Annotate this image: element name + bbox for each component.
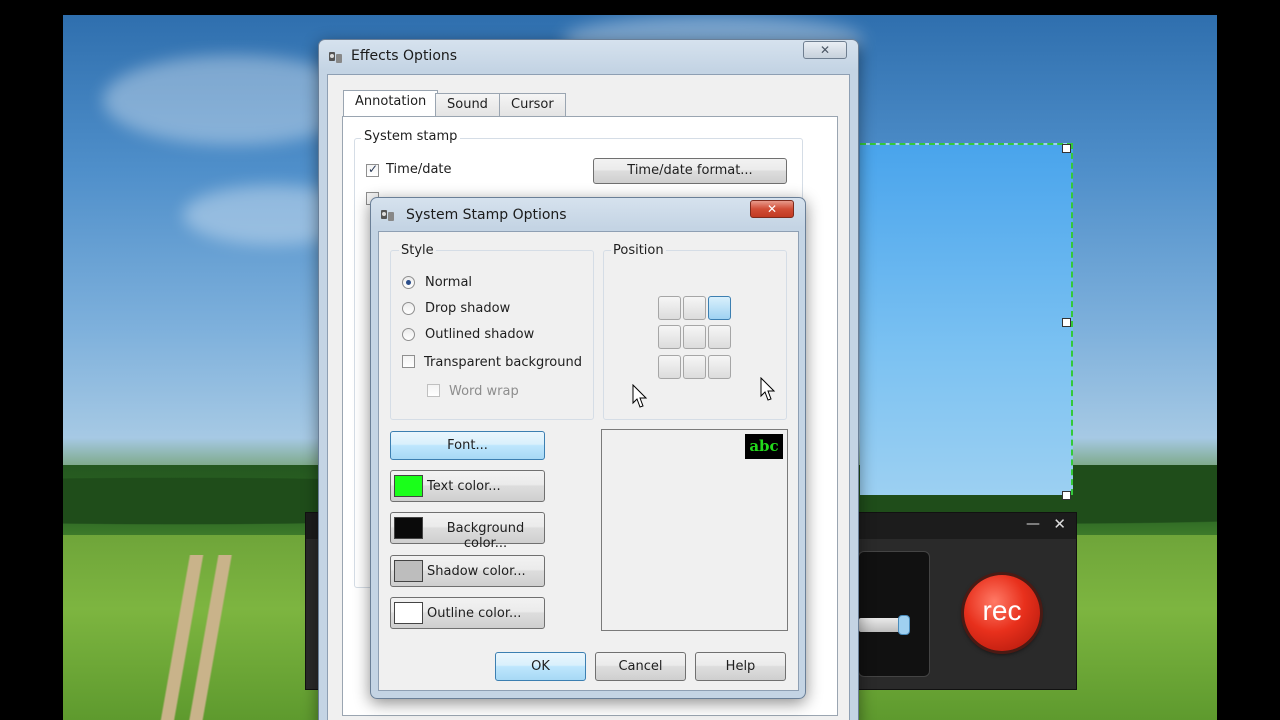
word-wrap-label: Word wrap	[449, 384, 519, 399]
close-icon[interactable]: ✕	[1053, 515, 1066, 533]
app-icon	[381, 210, 394, 221]
radio-drop-shadow-label: Drop shadow	[425, 301, 511, 316]
dirt-path	[113, 555, 273, 720]
volume-slider[interactable]	[859, 618, 903, 632]
position-bottom-right[interactable]	[708, 355, 731, 379]
capture-region[interactable]	[860, 143, 1073, 495]
position-middle-center[interactable]	[683, 325, 706, 349]
position-middle-right[interactable]	[708, 325, 731, 349]
background-color-swatch	[394, 517, 423, 539]
app-icon	[329, 52, 342, 63]
mouse-cursor-icon	[632, 384, 648, 408]
outline-color-label: Outline color...	[427, 606, 522, 621]
record-button[interactable]: rec	[964, 575, 1040, 651]
radio-drop-shadow[interactable]	[402, 302, 415, 315]
shadow-color-label: Shadow color...	[427, 564, 526, 579]
style-group-label: Style	[399, 243, 436, 258]
background-color-button[interactable]: Background color...	[390, 512, 545, 551]
tab-cursor[interactable]: Cursor	[499, 93, 566, 117]
timedate-format-button[interactable]: Time/date format...	[593, 158, 787, 184]
position-top-center[interactable]	[683, 296, 706, 320]
minimize-icon[interactable]: —	[1026, 516, 1040, 532]
outline-color-swatch	[394, 602, 423, 624]
text-color-swatch	[394, 475, 423, 497]
tab-annotation[interactable]: Annotation	[343, 90, 439, 117]
resize-handle-top-right[interactable]	[1062, 144, 1071, 153]
position-top-right[interactable]	[708, 296, 731, 320]
close-button[interactable]: ✕	[750, 200, 794, 218]
position-bottom-center[interactable]	[683, 355, 706, 379]
volume-slot	[858, 551, 930, 677]
system-stamp-label: System stamp	[361, 129, 461, 144]
radio-outlined-shadow-label: Outlined shadow	[425, 327, 535, 342]
preview-stamp-text: abc	[745, 434, 783, 459]
cancel-button[interactable]: Cancel	[595, 652, 686, 681]
position-group-label: Position	[611, 243, 666, 258]
text-color-button[interactable]: Text color...	[390, 470, 545, 502]
stamp-preview: abc	[601, 429, 788, 631]
window-title: System Stamp Options	[406, 207, 567, 223]
radio-normal-label: Normal	[425, 275, 473, 290]
outline-color-button[interactable]: Outline color...	[390, 597, 545, 629]
word-wrap-checkbox[interactable]	[427, 384, 440, 397]
volume-slider-knob[interactable]	[898, 615, 910, 635]
tab-sound[interactable]: Sound	[435, 93, 500, 117]
resize-handle-bottom-right[interactable]	[1062, 491, 1071, 500]
resize-handle-right[interactable]	[1062, 318, 1071, 327]
text-color-label: Text color...	[427, 479, 501, 494]
help-button[interactable]: Help	[695, 652, 786, 681]
mouse-cursor-icon	[760, 377, 776, 401]
window-title: Effects Options	[351, 48, 458, 64]
transparent-background-checkbox[interactable]	[402, 355, 415, 368]
ok-button[interactable]: OK	[495, 652, 586, 681]
position-bottom-left[interactable]	[658, 355, 681, 379]
transparent-background-label: Transparent background	[424, 355, 582, 370]
position-top-left[interactable]	[658, 296, 681, 320]
shadow-color-button[interactable]: Shadow color...	[390, 555, 545, 587]
timedate-label: Time/date	[386, 162, 452, 177]
position-middle-left[interactable]	[658, 325, 681, 349]
radio-normal[interactable]	[402, 276, 415, 289]
timedate-checkbox[interactable]	[366, 162, 379, 177]
background-color-label: Background color...	[446, 521, 525, 551]
font-button[interactable]: Font...	[390, 431, 545, 460]
close-button[interactable]: ✕	[803, 41, 847, 59]
shadow-color-swatch	[394, 560, 423, 582]
radio-outlined-shadow[interactable]	[402, 328, 415, 341]
